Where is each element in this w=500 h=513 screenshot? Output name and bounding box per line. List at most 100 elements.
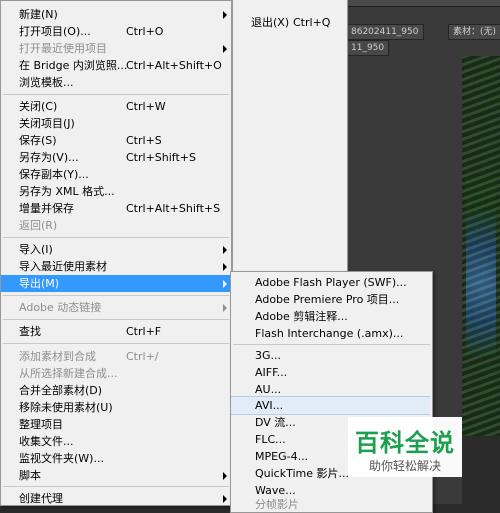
menu-item-watch-folder[interactable]: 监视文件夹(W)... xyxy=(1,450,231,467)
menu-item-open-recent[interactable]: 打开最近使用项目 xyxy=(1,40,231,57)
menu-item-label: 另存为(V)... xyxy=(19,151,79,164)
menu-item-scripts[interactable]: 脚本 xyxy=(1,467,231,484)
menu-item-save-as[interactable]: 另存为(V)... Ctrl+Shift+S xyxy=(1,149,231,166)
menu-item-label: Adobe 动态链接 xyxy=(19,301,102,314)
menu-item-shortcut: Ctrl+W xyxy=(126,100,166,113)
menu-separator xyxy=(3,343,229,344)
menu-item-close-project[interactable]: 关闭项目(J) xyxy=(1,115,231,132)
menu-separator xyxy=(3,486,229,487)
menu-item-find[interactable]: 查找 Ctrl+F xyxy=(1,323,231,340)
menu-item-shortcut: Ctrl+O xyxy=(126,25,164,38)
menu-item-label: QuickTime 影片... xyxy=(255,467,350,480)
menu-item-label: 3G... xyxy=(255,349,282,362)
menu-item-label: Adobe 剪辑注释... xyxy=(255,310,348,323)
menu-item-label: AVI... xyxy=(255,399,284,412)
menu-item-shortcut: Ctrl+S xyxy=(126,134,162,147)
menu-item-label: Adobe Premiere Pro 项目... xyxy=(255,293,400,306)
menu-item-label: 查找 xyxy=(19,325,41,338)
menu-item-revert[interactable]: 返回(R) xyxy=(1,217,231,234)
menu-item-shortcut: Ctrl+F xyxy=(126,325,162,338)
composition-viewer xyxy=(462,56,500,436)
menu-item-shortcut: Ctrl+Q xyxy=(293,16,331,29)
submenu-arrow-icon xyxy=(223,495,227,503)
menu-separator xyxy=(3,94,229,95)
menu-item-quit[interactable]: 退出(X) Ctrl+Q xyxy=(233,14,347,31)
menu-item-save-xml[interactable]: 另存为 XML 格式... xyxy=(1,183,231,200)
menu-item-shortcut: Ctrl+/ xyxy=(126,350,159,363)
layer-tab[interactable]: 11_950 xyxy=(346,40,390,56)
export-item-premiere[interactable]: Adobe Premiere Pro 项目... xyxy=(231,291,432,308)
menu-item-new[interactable]: 新建(N) xyxy=(1,6,231,23)
menu-item-label: 在 Bridge 内浏览照... xyxy=(19,59,128,72)
menu-item-shortcut: Ctrl+Shift+S xyxy=(126,151,196,164)
composition-tab[interactable]: 86202411_950 xyxy=(346,24,424,40)
menu-item-open-project[interactable]: 打开项目(O)... Ctrl+O xyxy=(1,23,231,40)
export-item-3g[interactable]: 3G... xyxy=(231,347,432,364)
menu-item-save[interactable]: 保存(S) Ctrl+S xyxy=(1,132,231,149)
menu-item-label: 保存(S) xyxy=(19,134,57,147)
menu-item-increment-save[interactable]: 增量并保存 Ctrl+Alt+Shift+S xyxy=(1,200,231,217)
watermark-title: 百科全说 xyxy=(355,429,455,457)
menu-item-label: FLC... xyxy=(255,433,286,446)
menu-item-consolidate-footage[interactable]: 合并全部素材(D) xyxy=(1,382,231,399)
menu-item-label: 导入(I) xyxy=(19,243,53,256)
menu-item-remove-unused[interactable]: 移除未使用素材(U) xyxy=(1,399,231,416)
export-item-clip-notes[interactable]: Adobe 剪辑注释... xyxy=(231,308,432,325)
menu-item-label: 返回(R) xyxy=(19,219,58,232)
footage-tab[interactable]: 素材：(无) xyxy=(448,24,500,40)
menu-item-collect-files[interactable]: 收集文件... xyxy=(1,433,231,450)
menu-item-create-proxy[interactable]: 创建代理 xyxy=(1,490,231,507)
menu-separator xyxy=(233,344,430,345)
menu-item-close[interactable]: 关闭(C) Ctrl+W xyxy=(1,98,231,115)
menu-item-new-comp-from-selection[interactable]: 从所选择新建合成... xyxy=(1,365,231,382)
menu-item-label: 关闭(C) xyxy=(19,100,58,113)
menu-item-reduce-project[interactable]: 整理项目 xyxy=(1,416,231,433)
watermark-subtitle: 助你轻松解决 xyxy=(368,459,441,473)
menu-item-label: 新建(N) xyxy=(19,8,58,21)
export-item-aiff[interactable]: AIFF... xyxy=(231,364,432,381)
menu-item-label: 另存为 XML 格式... xyxy=(19,185,115,198)
menu-item-label: 整理项目 xyxy=(19,418,63,431)
menu-item-browse-bridge[interactable]: 在 Bridge 内浏览照... Ctrl+Alt+Shift+O xyxy=(1,57,231,74)
menu-item-import-recent[interactable]: 导入最近使用素材 xyxy=(1,258,231,275)
menu-item-label: 关闭项目(J) xyxy=(19,117,75,130)
menu-separator xyxy=(3,319,229,320)
composition-tab-label: 86202411_950 xyxy=(351,27,419,37)
menu-item-label: Flash Interchange (.amx)... xyxy=(255,327,404,340)
menu-item-label: Adobe Flash Player (SWF)... xyxy=(255,276,407,289)
menu-item-label: AIFF... xyxy=(255,366,288,379)
submenu-arrow-icon xyxy=(223,11,227,19)
menu-item-label: MPEG-4... xyxy=(255,450,309,463)
submenu-arrow-icon xyxy=(223,280,227,288)
export-item-swf[interactable]: Adobe Flash Player (SWF)... xyxy=(231,274,432,291)
menu-separator xyxy=(3,237,229,238)
export-item-avi[interactable]: AVI... xyxy=(231,396,430,415)
submenu-arrow-icon xyxy=(223,304,227,312)
menu-item-label: 浏览模板... xyxy=(19,76,74,89)
menu-item-label: 从所选择新建合成... xyxy=(19,367,118,380)
menu-item-label: 添加素材到合成 xyxy=(19,350,96,363)
menu-item-save-copy[interactable]: 保存副本(Y)... xyxy=(1,166,231,183)
export-item-amx[interactable]: Flash Interchange (.amx)... xyxy=(231,325,432,342)
menu-item-label: 导入最近使用素材 xyxy=(19,260,107,273)
menu-item-label: 打开项目(O)... xyxy=(19,25,91,38)
menu-separator xyxy=(3,295,229,296)
viewer-footer xyxy=(462,436,500,504)
layer-tab-label: 11_950 xyxy=(351,43,385,53)
menu-item-dynamic-link[interactable]: Adobe 动态链接 xyxy=(1,299,231,316)
menu-item-export[interactable]: 导出(M) xyxy=(1,275,231,292)
menu-item-label: 分帧影片 xyxy=(255,498,299,511)
menu-item-add-to-comp[interactable]: 添加素材到合成 Ctrl+/ xyxy=(1,348,231,365)
menu-item-browse-templates[interactable]: 浏览模板... xyxy=(1,74,231,91)
submenu-arrow-icon xyxy=(223,45,227,53)
menu-item-label: 增量并保存 xyxy=(19,202,74,215)
menu-item-label: 监视文件夹(W)... xyxy=(19,452,104,465)
menu-item-label: 打开最近使用项目 xyxy=(19,42,107,55)
export-item-frames[interactable]: 分帧影片 xyxy=(231,496,432,513)
menu-item-import[interactable]: 导入(I) xyxy=(1,241,231,258)
submenu-arrow-icon xyxy=(223,263,227,271)
footage-tab-label: 素材：(无) xyxy=(453,27,497,37)
menu-item-label: 收集文件... xyxy=(19,435,74,448)
menu-item-label: 退出(X) xyxy=(251,16,290,29)
menu-item-shortcut: Ctrl+Alt+Shift+S xyxy=(126,202,221,215)
